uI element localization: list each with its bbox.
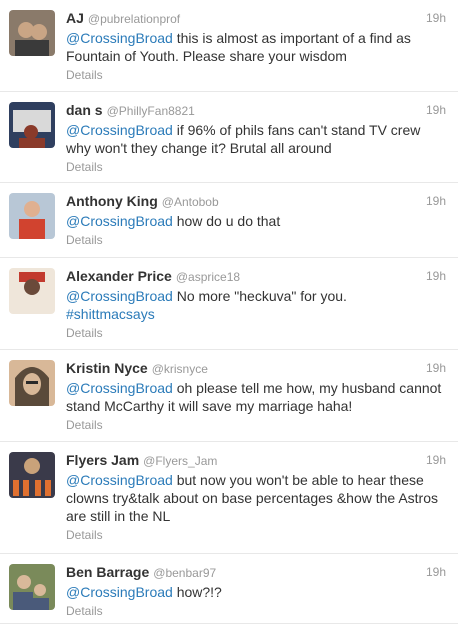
- avatar-photo-icon: [9, 268, 55, 314]
- tweet-text: @CrossingBroad if 96% of phils fans can'…: [66, 121, 446, 157]
- avatar-photo-icon: [9, 193, 55, 239]
- mention-link[interactable]: @CrossingBroad: [66, 213, 173, 229]
- details-link[interactable]: Details: [66, 325, 446, 341]
- tweet-timestamp[interactable]: 19h: [426, 267, 446, 285]
- tweet-text: @CrossingBroad this is almost as importa…: [66, 29, 446, 65]
- mention-link[interactable]: @CrossingBroad: [66, 380, 173, 396]
- tweet-header: Alexander Price @asprice18: [66, 267, 446, 285]
- details-link[interactable]: Details: [66, 603, 446, 619]
- tweet-item[interactable]: Alexander Price @asprice18 19h @CrossingB…: [0, 258, 458, 350]
- tweet-feed: AJ @pubrelationprof 19h @CrossingBroad th…: [0, 0, 458, 624]
- user-fullname[interactable]: Flyers Jam: [66, 452, 139, 468]
- tweet-body: how?!?: [172, 584, 222, 600]
- avatar[interactable]: [9, 193, 55, 239]
- tweet-header: AJ @pubrelationprof: [66, 9, 446, 27]
- tweet-header: dan s @PhillyFan8821: [66, 101, 446, 119]
- tweet-item[interactable]: AJ @pubrelationprof 19h @CrossingBroad th…: [0, 0, 458, 92]
- tweet-text: @CrossingBroad oh please tell me how, my…: [66, 379, 446, 415]
- tweet-text: @CrossingBroad how?!?: [66, 583, 446, 601]
- avatar[interactable]: [9, 452, 55, 498]
- user-handle[interactable]: @benbar97: [153, 566, 216, 580]
- mention-link[interactable]: @CrossingBroad: [66, 584, 173, 600]
- avatar[interactable]: [9, 102, 55, 148]
- hashtag-link[interactable]: #shittmacsays: [66, 306, 155, 322]
- user-fullname[interactable]: dan s: [66, 102, 103, 118]
- user-fullname[interactable]: AJ: [66, 10, 84, 26]
- user-handle[interactable]: @krisnyce: [152, 362, 208, 376]
- avatar-photo-icon: [9, 10, 55, 56]
- tweet-timestamp[interactable]: 19h: [426, 451, 446, 469]
- tweet-header: Ben Barrage @benbar97: [66, 563, 446, 581]
- tweet-timestamp[interactable]: 19h: [426, 101, 446, 119]
- tweet-item[interactable]: Kristin Nyce @krisnyce 19h @CrossingBroad…: [0, 350, 458, 442]
- avatar-photo-icon: [9, 360, 55, 406]
- tweet-body: No more "heckuva" for you.: [172, 288, 347, 304]
- tweet-header: Anthony King @Antobob: [66, 192, 446, 210]
- mention-link[interactable]: @CrossingBroad: [66, 30, 173, 46]
- avatar-photo-icon: [9, 102, 55, 148]
- tweet-header: Flyers Jam @Flyers_Jam: [66, 451, 446, 469]
- mention-link[interactable]: @CrossingBroad: [66, 122, 173, 138]
- tweet-item[interactable]: Ben Barrage @benbar97 19h @CrossingBroad …: [0, 554, 458, 624]
- tweet-body: how do u do that: [172, 213, 281, 229]
- user-handle[interactable]: @asprice18: [176, 270, 240, 284]
- user-fullname[interactable]: Kristin Nyce: [66, 360, 148, 376]
- tweet-item[interactable]: Anthony King @Antobob 19h @CrossingBroad …: [0, 183, 458, 258]
- avatar-photo-icon: [9, 452, 55, 498]
- tweet-item[interactable]: dan s @PhillyFan8821 19h @CrossingBroad i…: [0, 92, 458, 183]
- user-handle[interactable]: @Flyers_Jam: [143, 454, 217, 468]
- tweet-timestamp[interactable]: 19h: [426, 192, 446, 210]
- tweet-text: @CrossingBroad No more "heckuva" for you…: [66, 287, 446, 323]
- details-link[interactable]: Details: [66, 527, 446, 543]
- user-fullname[interactable]: Alexander Price: [66, 268, 172, 284]
- user-fullname[interactable]: Anthony King: [66, 193, 158, 209]
- user-handle[interactable]: @pubrelationprof: [88, 12, 180, 26]
- user-fullname[interactable]: Ben Barrage: [66, 564, 149, 580]
- avatar[interactable]: [9, 564, 55, 610]
- user-handle[interactable]: @Antobob: [162, 195, 219, 209]
- mention-link[interactable]: @CrossingBroad: [66, 288, 173, 304]
- details-link[interactable]: Details: [66, 232, 446, 248]
- mention-link[interactable]: @CrossingBroad: [66, 472, 173, 488]
- tweet-item[interactable]: Flyers Jam @Flyers_Jam 19h @CrossingBroad…: [0, 442, 458, 554]
- avatar[interactable]: [9, 360, 55, 406]
- details-link[interactable]: Details: [66, 417, 446, 433]
- details-link[interactable]: Details: [66, 159, 446, 175]
- avatar-photo-icon: [9, 564, 55, 610]
- tweet-text: @CrossingBroad how do u do that: [66, 212, 446, 230]
- user-handle[interactable]: @PhillyFan8821: [107, 104, 195, 118]
- tweet-header: Kristin Nyce @krisnyce: [66, 359, 446, 377]
- details-link[interactable]: Details: [66, 67, 446, 83]
- avatar[interactable]: [9, 268, 55, 314]
- tweet-text: @CrossingBroad but now you won't be able…: [66, 471, 446, 525]
- tweet-timestamp[interactable]: 19h: [426, 359, 446, 377]
- tweet-timestamp[interactable]: 19h: [426, 9, 446, 27]
- avatar[interactable]: [9, 10, 55, 56]
- tweet-timestamp[interactable]: 19h: [426, 563, 446, 581]
